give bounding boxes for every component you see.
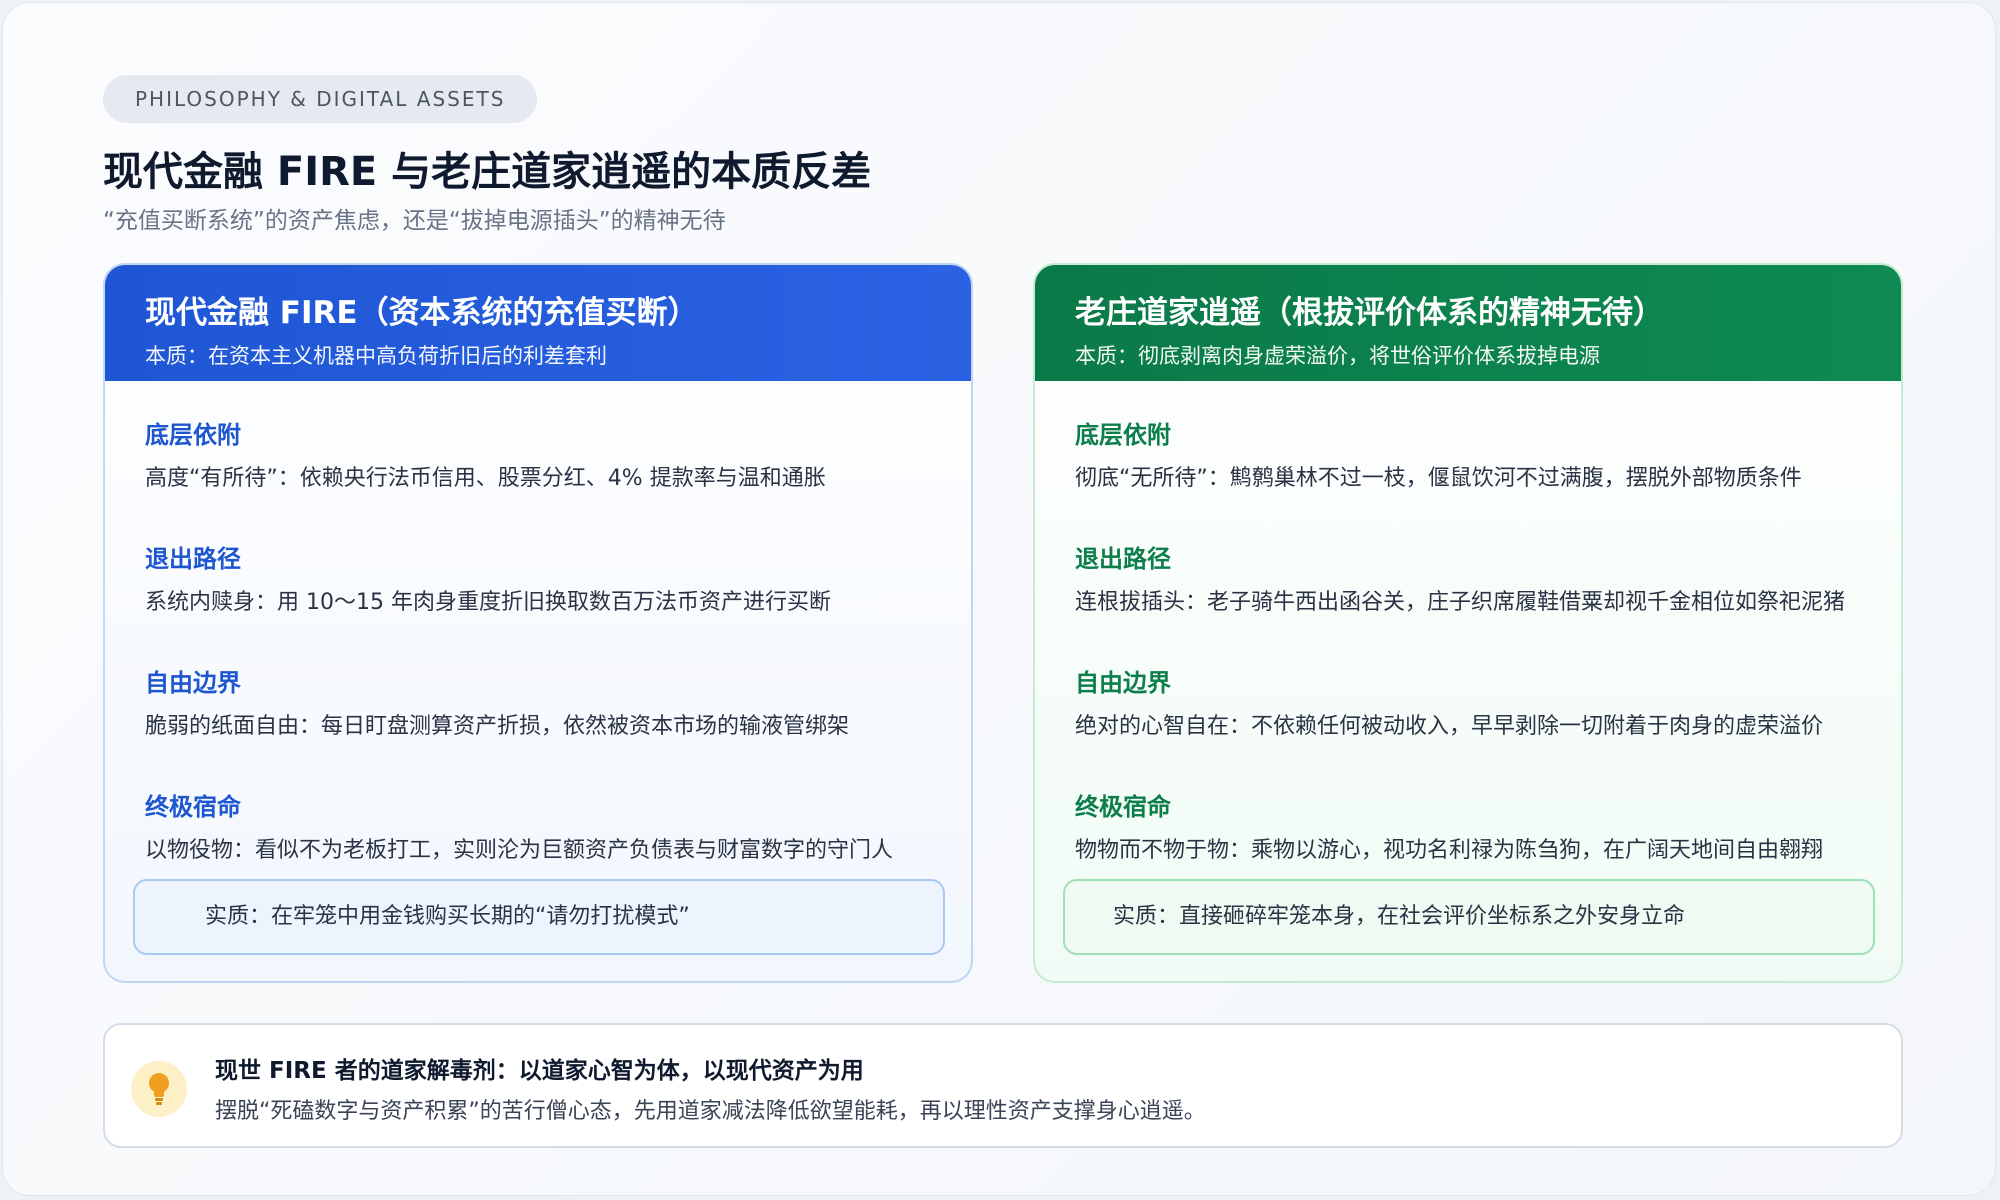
page-frame: PHILOSOPHY & DIGITAL ASSETS 现代金融 FIRE 与老… [2,2,1996,1196]
section-text: 系统内赎身：用 10～15 年肉身重度折旧换取数百万法币资产进行买断 [145,590,831,615]
fire-section-boundary: 自由边界 脆弱的纸面自由：每日盯盘测算资产折损，依然被资本市场的输液管绑架 [145,663,955,740]
fire-card-header: 现代金融 FIRE（资本系统的充值买断） 本质：在资本主义机器中高负荷折旧后的利… [105,265,971,381]
fire-section-exit: 退出路径 系统内赎身：用 10～15 年肉身重度折旧换取数百万法币资产进行买断 [145,539,955,616]
page-subtitle: “充值买断系统”的资产焦虑，还是“拔掉电源插头”的精神无待 [103,208,726,234]
section-text: 脆弱的纸面自由：每日盯盘测算资产折损，依然被资本市场的输液管绑架 [145,714,850,739]
taoist-section-exit: 退出路径 连根拔插头：老子骑牛西出函谷关，庄子织席履鞋借粟却视千金相位如祭祀泥猪 [1075,539,1885,616]
taoist-card-essence: 本质：彻底剥离肉身虚荣溢价，将世俗评价体系拔掉电源 [1075,344,1600,368]
section-label: 自由边界 [1075,669,1171,697]
fire-summary-box: 实质：在牢笼中用金钱购买长期的“请勿打扰模式” [133,879,945,955]
section-text: 绝对的心智自在：不依赖任何被动收入，早早剥除一切附着于肉身的虚荣溢价 [1075,714,1824,739]
section-label: 自由边界 [145,669,241,697]
section-label: 底层依附 [1075,421,1171,449]
fire-card-title: 现代金融 FIRE（资本系统的充值买断） [145,295,699,331]
fire-card: 现代金融 FIRE（资本系统的充值买断） 本质：在资本主义机器中高负荷折旧后的利… [103,263,973,983]
section-text: 彻底“无所待”：鹪鹩巢林不过一枝，偃鼠饮河不过满腹，摆脱外部物质条件 [1075,466,1802,491]
fire-section-dependency: 底层依附 高度“有所待”：依赖央行法币信用、股票分红、4% 提款率与温和通胀 [145,415,955,492]
taoist-section-dependency: 底层依附 彻底“无所待”：鹪鹩巢林不过一枝，偃鼠饮河不过满腹，摆脱外部物质条件 [1075,415,1885,492]
section-text: 连根拔插头：老子骑牛西出函谷关，庄子织席履鞋借粟却视千金相位如祭祀泥猪 [1075,590,1846,615]
tip-title: 现世 FIRE 者的道家解毒剂：以道家心智为体，以现代资产为用 [215,1058,864,1084]
section-label: 终极宿命 [1075,793,1171,821]
fire-section-destiny: 终极宿命 以物役物：看似不为老板打工，实则沦为巨额资产负债表与财富数字的守门人 [145,787,955,864]
taoist-card-title: 老庄道家逍遥（根拔评价体系的精神无待） [1075,295,1664,331]
section-text: 物物而不物于物：乘物以游心，视功名利禄为陈刍狗，在广阔天地间自由翱翔 [1075,838,1824,863]
taoist-summary-box: 实质：直接砸碎牢笼本身，在社会评价坐标系之外安身立命 [1063,879,1875,955]
tip-text: 摆脱“死磕数字与资产积累”的苦行僧心态，先用道家减法降低欲望能耗，再以理性资产支… [215,1099,1206,1124]
section-text: 以物役物：看似不为老板打工，实则沦为巨额资产负债表与财富数字的守门人 [145,838,894,863]
taoist-section-boundary: 自由边界 绝对的心智自在：不依赖任何被动收入，早早剥除一切附着于肉身的虚荣溢价 [1075,663,1885,740]
section-text: 高度“有所待”：依赖央行法币信用、股票分红、4% 提款率与温和通胀 [145,466,826,491]
section-label: 底层依附 [145,421,241,449]
section-label: 退出路径 [145,545,241,573]
section-label: 退出路径 [1075,545,1171,573]
page-title: 现代金融 FIRE 与老庄道家逍遥的本质反差 [103,149,872,195]
taoist-card-header: 老庄道家逍遥（根拔评价体系的精神无待） 本质：彻底剥离肉身虚荣溢价，将世俗评价体… [1035,265,1901,381]
fire-card-essence: 本质：在资本主义机器中高负荷折旧后的利差套利 [145,344,607,368]
category-tag: PHILOSOPHY & DIGITAL ASSETS [103,75,538,123]
antidote-tip: 现世 FIRE 者的道家解毒剂：以道家心智为体，以现代资产为用 摆脱“死磕数字与… [103,1023,1903,1148]
lightbulb-icon [131,1061,187,1117]
taoist-section-destiny: 终极宿命 物物而不物于物：乘物以游心，视功名利禄为陈刍狗，在广阔天地间自由翱翔 [1075,787,1885,864]
section-label: 终极宿命 [145,793,241,821]
taoist-card: 老庄道家逍遥（根拔评价体系的精神无待） 本质：彻底剥离肉身虚荣溢价，将世俗评价体… [1033,263,1903,983]
